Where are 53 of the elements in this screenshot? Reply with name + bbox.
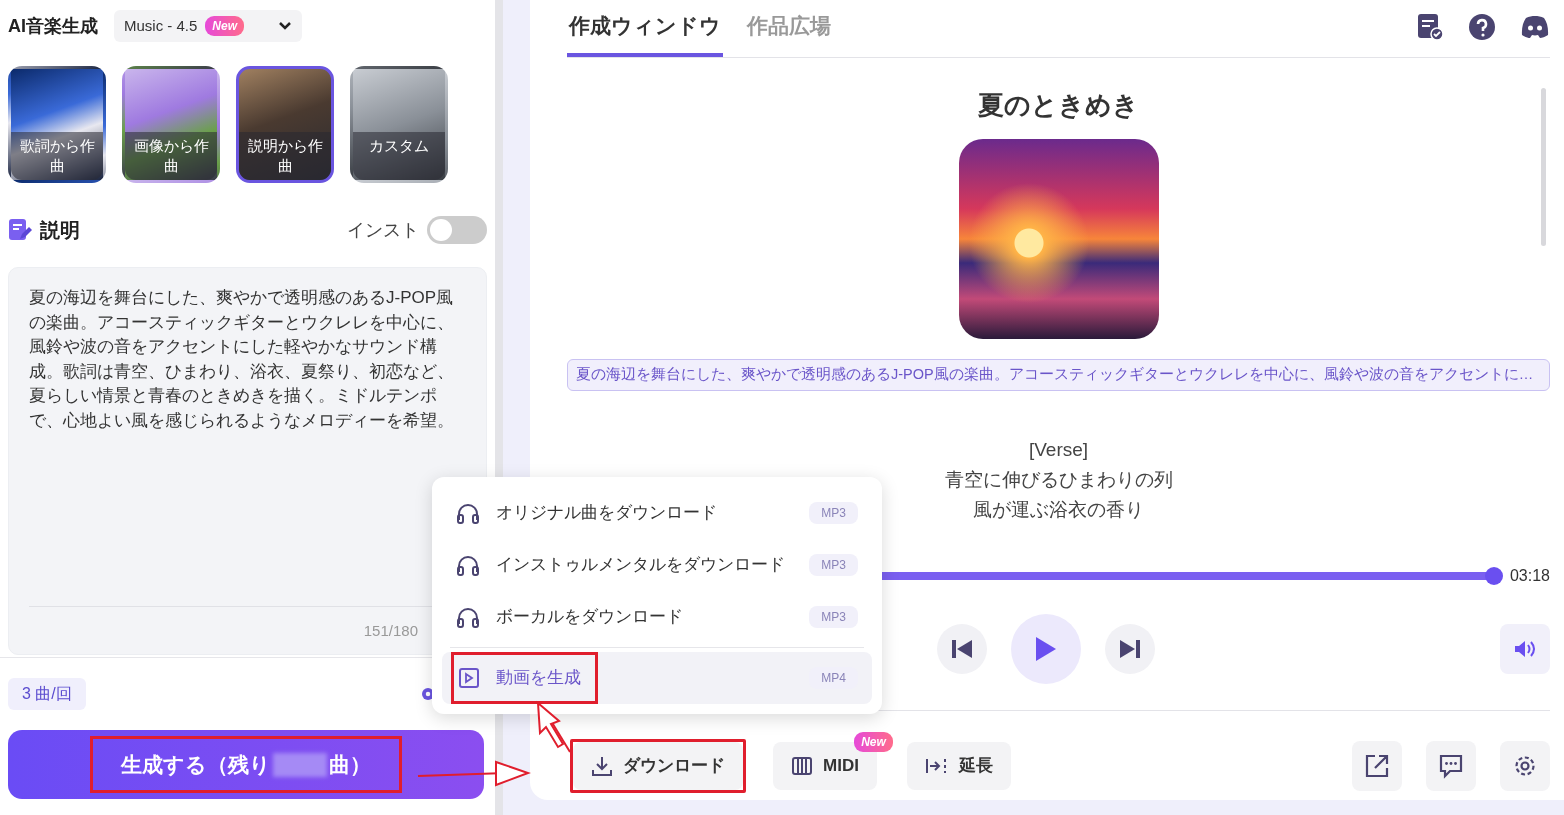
- chevron-down-icon: [278, 21, 292, 31]
- feedback-button[interactable]: [1426, 741, 1476, 791]
- external-link-icon: [1364, 753, 1390, 779]
- model-dropdown[interactable]: Music - 4.5 New: [114, 10, 302, 42]
- chat-bubble-icon: [1438, 753, 1464, 779]
- format-tag: MP3: [809, 502, 858, 524]
- video-icon: [458, 667, 480, 689]
- download-button[interactable]: ダウンロード: [573, 742, 743, 790]
- section-heading: 説明: [40, 218, 80, 243]
- duration-time: 03:18: [1509, 566, 1550, 586]
- share-button[interactable]: [1352, 741, 1402, 791]
- game-controller-icon[interactable]: [1520, 15, 1550, 39]
- download-icon: [591, 755, 613, 777]
- scrollbar[interactable]: [1541, 88, 1546, 246]
- lyric-line: 青空に伸びるひまわりの列: [944, 467, 1173, 492]
- help-icon[interactable]: [1468, 13, 1496, 41]
- mode-card[interactable]: カスタム: [350, 66, 448, 183]
- lyric-line: [Verse]: [1028, 437, 1089, 462]
- headphones-icon: [456, 502, 480, 524]
- headphones-icon: [456, 606, 480, 628]
- character-counter: 151/180: [363, 621, 418, 642]
- song-title: 夏のときめき: [978, 89, 1139, 122]
- mode-card[interactable]: 歌詞から作曲: [8, 66, 106, 183]
- extend-icon: [924, 756, 949, 776]
- tab[interactable]: 作成ウィンドウ: [567, 1, 723, 57]
- mode-card[interactable]: 画像から作曲: [122, 66, 220, 183]
- piano-icon: [791, 755, 813, 777]
- settings-icon: [1512, 753, 1538, 779]
- instrumental-toggle[interactable]: [427, 216, 487, 244]
- play-icon: [1034, 635, 1058, 663]
- new-badge: New: [854, 732, 893, 752]
- format-tag: MP3: [809, 606, 858, 628]
- format-tag: MP3: [809, 554, 858, 576]
- song-prompt: 夏の海辺を舞台にした、爽やかで透明感のあるJ-POP風の楽曲。アコースティックギターとウクレレを中心に、風鈴や波の音をアクセントに…: [567, 359, 1550, 391]
- toggle-label: インスト: [347, 218, 419, 242]
- settings-button[interactable]: [1500, 741, 1550, 791]
- headphones-icon: [456, 554, 480, 576]
- lyric-line: 風が運ぶ浴衣の香り: [973, 497, 1144, 522]
- songs-per-run-badge[interactable]: 3 曲/回: [8, 678, 86, 710]
- mode-card[interactable]: 説明から作曲: [236, 66, 334, 183]
- skip-forward-icon: [1119, 639, 1141, 659]
- progress-thumb[interactable]: [1484, 567, 1503, 585]
- volume-button[interactable]: [1500, 624, 1550, 674]
- menu-item[interactable]: 動画を生成 MP4: [442, 652, 872, 704]
- previous-button[interactable]: [937, 624, 987, 674]
- skip-back-icon: [951, 639, 973, 659]
- checklist-icon[interactable]: [1416, 13, 1444, 41]
- generate-button[interactable]: 生成する（残り 曲）: [8, 730, 484, 799]
- next-button[interactable]: [1105, 624, 1155, 674]
- extend-button[interactable]: 延長: [906, 742, 1011, 790]
- speaker-icon: [1513, 639, 1537, 659]
- app-title: AI音楽生成: [8, 14, 98, 38]
- edit-note-icon: [8, 218, 32, 242]
